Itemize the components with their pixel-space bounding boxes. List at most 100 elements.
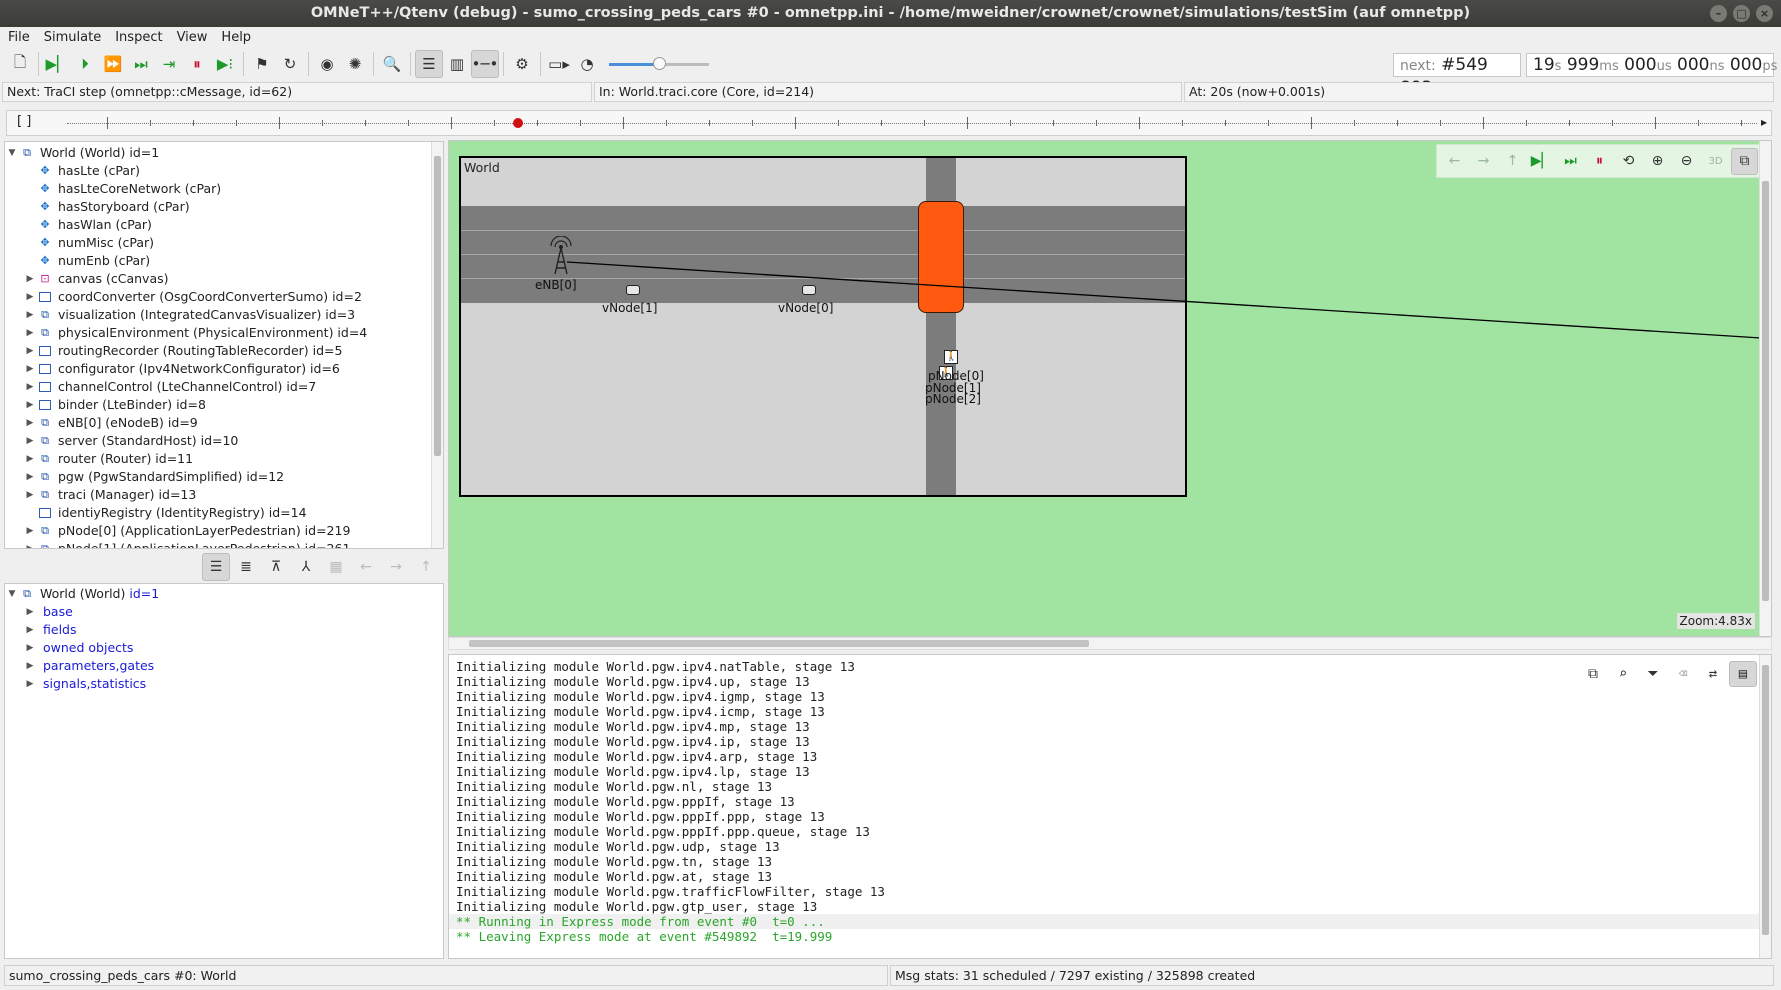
timeline-toggle-icon[interactable]: •─• bbox=[471, 50, 499, 78]
event-timeline[interactable]: [ ] ▸ bbox=[6, 110, 1772, 136]
tree-item[interactable]: ▶ coordConverter (OsgCoordConverterSumo) … bbox=[5, 288, 443, 306]
layout-vertical-icon[interactable]: ▥ bbox=[443, 50, 471, 78]
stop-icon[interactable]: ⏸ bbox=[1586, 148, 1613, 175]
inspector-group-label[interactable]: fields bbox=[43, 621, 76, 639]
tree-item[interactable]: ▶ ⧉ eNB[0] (eNodeB) id=9 bbox=[5, 414, 443, 432]
run-icon[interactable]: ⏵ bbox=[71, 50, 99, 78]
inspector-group[interactable]: ▶ parameters,gates bbox=[5, 657, 443, 675]
debug-next-event-icon[interactable]: ▶⁝ bbox=[211, 50, 239, 78]
tree-item[interactable]: ✥ hasWlan (cPar) bbox=[5, 216, 443, 234]
tree-item[interactable]: ▶ ⧉ pgw (PgwStandardSimplified) id=12 bbox=[5, 468, 443, 486]
tree-item[interactable]: ✥ hasStoryboard (cPar) bbox=[5, 198, 443, 216]
message-mode-icon[interactable]: ⇄ bbox=[1699, 661, 1727, 687]
tree-item[interactable]: ▶ configurator (Ipv4NetworkConfigurator) … bbox=[5, 360, 443, 378]
collapse-arrow-icon[interactable]: ▶ bbox=[23, 378, 37, 396]
clear-log-icon[interactable]: ⌫ bbox=[1669, 661, 1697, 687]
up-arrow-icon[interactable]: ↑ bbox=[412, 553, 440, 581]
menu-view[interactable]: View bbox=[177, 30, 208, 45]
inspector-group-label[interactable]: signals,statistics bbox=[43, 675, 146, 693]
inheritance-mode-icon[interactable]: ⅄ bbox=[292, 553, 320, 581]
collapse-arrow-icon[interactable]: ▶ bbox=[23, 450, 37, 468]
tree-item[interactable]: ✥ hasLte (cPar) bbox=[5, 162, 443, 180]
back-arrow-icon[interactable]: ← bbox=[1441, 148, 1468, 175]
collapse-arrow-icon[interactable]: ▶ bbox=[23, 621, 37, 639]
video-record-icon[interactable]: ▭▸ bbox=[545, 50, 573, 78]
inspector-group[interactable]: ▶ fields bbox=[5, 621, 443, 639]
tree-vertical-scrollbar[interactable] bbox=[431, 142, 443, 548]
collapse-arrow-icon[interactable]: ▶ bbox=[23, 270, 37, 288]
tree-item[interactable]: ✥ numMisc (cPar) bbox=[5, 234, 443, 252]
new-network-icon[interactable]: 🗋 bbox=[6, 50, 34, 78]
scrollbar-thumb[interactable] bbox=[469, 640, 1089, 647]
tree-item[interactable]: ✥ hasLteCoreNetwork (cPar) bbox=[5, 180, 443, 198]
tree-item[interactable]: ▶ ⧉ pNode[1] (ApplicationLayerPedestrian) … bbox=[5, 540, 443, 548]
log-vertical-scrollbar[interactable] bbox=[1759, 655, 1771, 958]
children-mode-icon[interactable]: ☰ bbox=[202, 553, 230, 581]
tree-item[interactable]: ▶ ⧉ pNode[0] (ApplicationLayerPedestrian) … bbox=[5, 522, 443, 540]
tree-item[interactable]: ✥ numEnb (cPar) bbox=[5, 252, 443, 270]
canvas-vertical-scrollbar[interactable] bbox=[1759, 141, 1771, 636]
filter-icon[interactable]: ⏷ bbox=[1639, 661, 1667, 687]
grouped-mode-icon[interactable]: ≣ bbox=[232, 553, 260, 581]
up-arrow-icon[interactable]: ↑ bbox=[1499, 148, 1526, 175]
run-until-icon[interactable]: ⇥ bbox=[155, 50, 183, 78]
find-objects-icon[interactable]: 🔍 bbox=[378, 50, 406, 78]
minimize-button[interactable]: – bbox=[1710, 5, 1727, 22]
collapse-arrow-icon[interactable]: ▶ bbox=[23, 675, 37, 693]
animation-speed-slider[interactable] bbox=[609, 54, 709, 74]
collapse-arrow-icon[interactable]: ▶ bbox=[23, 324, 37, 342]
collapse-arrow-icon[interactable]: ▶ bbox=[23, 414, 37, 432]
flat-mode-icon[interactable]: ⊼ bbox=[262, 553, 290, 581]
car-icon[interactable] bbox=[626, 285, 640, 295]
tree-item[interactable]: ▶ ⧉ router (Router) id=11 bbox=[5, 450, 443, 468]
run-until-icon[interactable]: ⏭ bbox=[1557, 148, 1584, 175]
tree-item[interactable]: ▶ ⧉ visualization (IntegratedCanvasVisuali… bbox=[5, 306, 443, 324]
collapse-arrow-icon[interactable]: ▶ bbox=[23, 306, 37, 324]
stop-icon[interactable]: ⏸ bbox=[183, 50, 211, 78]
collapse-arrow-icon[interactable]: ▶ bbox=[23, 522, 37, 540]
copy-icon[interactable]: ⧉ bbox=[1579, 661, 1607, 687]
close-button[interactable]: × bbox=[1756, 5, 1773, 22]
collapse-arrow-icon[interactable]: ▶ bbox=[23, 396, 37, 414]
relayout-icon[interactable]: ⟲ bbox=[1615, 148, 1642, 175]
tree-item[interactable]: ▶ ⧉ traci (Manager) id=13 bbox=[5, 486, 443, 504]
tree-item[interactable]: ▶ ⧉ server (StandardHost) id=10 bbox=[5, 432, 443, 450]
scrollbar-thumb[interactable] bbox=[434, 156, 441, 456]
collapse-arrow-icon[interactable]: ▶ bbox=[23, 288, 37, 306]
forward-arrow-icon[interactable]: → bbox=[382, 553, 410, 581]
collapse-arrow-icon[interactable]: ▶ bbox=[23, 360, 37, 378]
collapse-arrow-icon[interactable]: ▶ bbox=[23, 540, 37, 548]
scrollbar-thumb[interactable] bbox=[1762, 181, 1769, 601]
step-into-icon[interactable]: ▶▏ bbox=[1528, 148, 1555, 175]
menu-help[interactable]: Help bbox=[221, 30, 251, 45]
tree-item[interactable]: ▶ routingRecorder (RoutingTableRecorder) … bbox=[5, 342, 443, 360]
scrollbar-thumb[interactable] bbox=[1762, 665, 1769, 935]
debug-bug-icon[interactable]: ✺ bbox=[341, 50, 369, 78]
inspector-group[interactable]: ▶ signals,statistics bbox=[5, 675, 443, 693]
menu-file[interactable]: File bbox=[8, 30, 30, 45]
car-icon[interactable] bbox=[802, 285, 816, 295]
conclude-flag-icon[interactable]: ⚑ bbox=[248, 50, 276, 78]
inspector-group-label[interactable]: owned objects bbox=[43, 639, 133, 657]
record-event-log-icon[interactable]: ◉ bbox=[313, 50, 341, 78]
menu-simulate[interactable]: Simulate bbox=[44, 30, 101, 45]
tree-item[interactable]: ▼ ⧉ World (World) id=1 bbox=[5, 144, 443, 162]
maximize-button[interactable]: □ bbox=[1733, 5, 1750, 22]
inspector-group-label[interactable]: base bbox=[43, 603, 73, 621]
tree-item[interactable]: ▶ ⊡ canvas (cCanvas) bbox=[5, 270, 443, 288]
step-icon[interactable]: ▶▏ bbox=[43, 50, 71, 78]
antenna-icon[interactable] bbox=[546, 236, 576, 276]
collapse-arrow-icon[interactable]: ▶ bbox=[23, 342, 37, 360]
log-panel[interactable]: Initializing module World.pgw.ipv4.natTa… bbox=[448, 654, 1772, 959]
forward-arrow-icon[interactable]: → bbox=[1470, 148, 1497, 175]
timeline-event-marker[interactable] bbox=[513, 118, 523, 128]
tree-item[interactable]: identiyRegistry (IdentityRegistry) id=14 bbox=[5, 504, 443, 522]
zoom-in-icon[interactable]: ⊕ bbox=[1644, 148, 1671, 175]
tree-item[interactable]: ▶ binder (LteBinder) id=8 bbox=[5, 396, 443, 414]
pedestrian-icon[interactable]: 🚶 bbox=[944, 350, 958, 364]
root-id[interactable]: id=1 bbox=[129, 585, 159, 603]
tree-item[interactable]: ▶ channelControl (LteChannelControl) id=7 bbox=[5, 378, 443, 396]
find-in-log-icon[interactable]: ⌕ bbox=[1609, 661, 1637, 687]
log-mode-icon[interactable]: ▤ bbox=[1729, 661, 1757, 687]
collapse-arrow-icon[interactable]: ▶ bbox=[23, 468, 37, 486]
